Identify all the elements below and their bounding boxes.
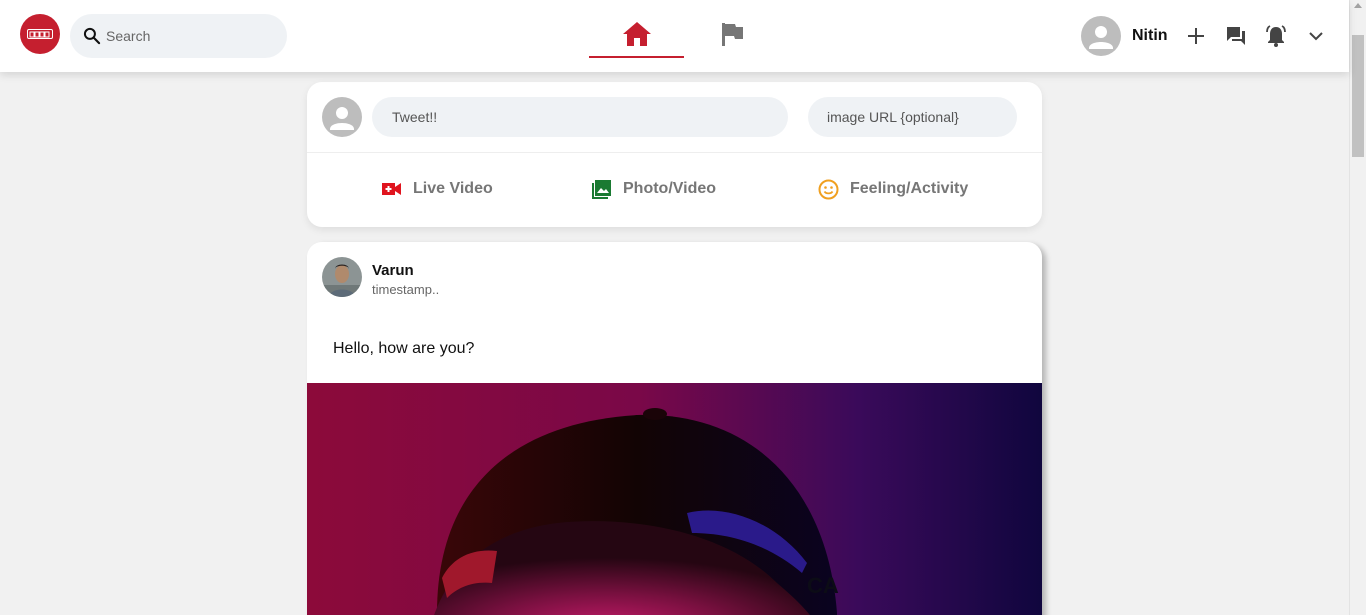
post-image[interactable]: CA <box>307 383 1042 615</box>
create-button[interactable] <box>1184 24 1208 48</box>
live-video-button[interactable]: Live Video <box>382 177 493 201</box>
nav-tab-home[interactable] <box>589 10 684 58</box>
live-video-label: Live Video <box>413 180 493 197</box>
photo-library-icon <box>592 179 611 199</box>
photo-video-button[interactable]: Photo/Video <box>591 177 716 201</box>
post-timestamp: timestamp.. <box>372 282 440 297</box>
tweet-input[interactable] <box>372 97 788 137</box>
flag-icon <box>722 23 743 46</box>
post-author-avatar[interactable] <box>322 257 362 297</box>
page-scrollbar[interactable] <box>1349 0 1366 615</box>
post-author-name[interactable]: Varun <box>372 262 414 279</box>
logo-wordmark-icon <box>29 31 50 37</box>
search-icon <box>83 27 101 45</box>
author-photo <box>322 257 362 297</box>
feeling-activity-button[interactable]: Feeling/Activity <box>818 177 968 201</box>
photo-video-label: Photo/Video <box>623 180 717 197</box>
top-header: Nitin <box>0 0 1349 72</box>
bell-icon <box>1265 25 1286 47</box>
scrollbar-thumb[interactable] <box>1352 35 1364 157</box>
person-icon <box>1089 26 1113 49</box>
feeling-activity-label: Feeling/Activity <box>850 180 969 197</box>
logo-mark <box>27 29 53 39</box>
account-menu-button[interactable] <box>1304 24 1328 48</box>
smiley-icon <box>818 179 839 199</box>
search-input[interactable] <box>106 28 266 44</box>
image-url-input[interactable] <box>808 97 1017 137</box>
composer-inputs <box>307 82 1042 153</box>
chevron-down-icon <box>1308 32 1323 41</box>
post-composer: Live Video Photo/Video Feeling/Activity <box>307 82 1042 227</box>
home-icon <box>622 22 651 46</box>
app-logo[interactable] <box>20 14 60 54</box>
person-icon <box>330 107 354 130</box>
messages-button[interactable] <box>1224 24 1248 48</box>
header-user-area: Nitin <box>1081 16 1328 56</box>
post-photo: CA <box>307 383 1042 615</box>
feed-post: Varun timestamp.. Hello, how are you? CA <box>307 242 1042 615</box>
notifications-button[interactable] <box>1264 24 1288 48</box>
user-avatar[interactable] <box>1081 16 1121 56</box>
nav-tab-pages[interactable] <box>716 21 748 53</box>
video-camera-icon <box>382 183 401 195</box>
cap-logo: CA <box>807 573 839 598</box>
plus-icon <box>1187 28 1204 44</box>
search-bar[interactable] <box>70 14 287 58</box>
chat-icon <box>1226 27 1245 45</box>
composer-avatar <box>322 97 362 137</box>
scroll-up-arrow-icon[interactable] <box>1354 3 1362 8</box>
post-text: Hello, how are you? <box>333 340 475 357</box>
user-name: Nitin <box>1132 27 1168 44</box>
